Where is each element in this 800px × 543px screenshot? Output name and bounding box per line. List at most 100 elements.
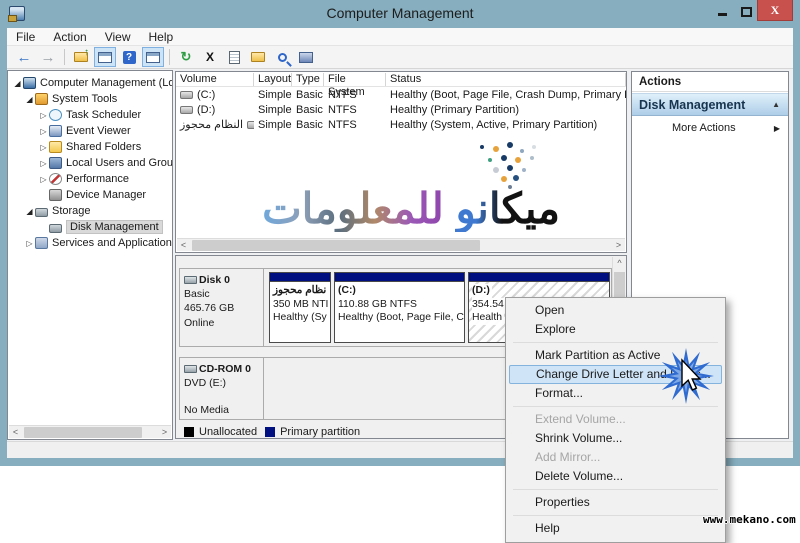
tree-item-services-applications[interactable]: ▷ Services and Applications [10, 235, 172, 251]
scroll-right-icon[interactable]: > [158, 426, 171, 439]
maximize-icon [741, 7, 752, 17]
scroll-right-icon[interactable]: > [612, 239, 625, 252]
volume-fs: NTFS [324, 119, 386, 131]
window-title: Computer Management [0, 5, 800, 21]
scroll-thumb[interactable] [192, 240, 480, 251]
disk-wizard-button[interactable] [295, 47, 317, 67]
cdrom-media-status: No Media [184, 403, 261, 417]
menu-help[interactable]: Help [140, 30, 183, 44]
menu-action[interactable]: Action [44, 30, 95, 44]
toolbar: ← → ↑ ? ↻ X [7, 46, 793, 69]
maximize-button[interactable] [737, 3, 757, 21]
menu-item-open[interactable]: Open [506, 301, 725, 320]
menu-item-shrink-volume[interactable]: Shrink Volume... [506, 429, 725, 448]
actions-section-disk-management[interactable]: Disk Management ▲ [632, 93, 788, 116]
cdrom-label[interactable]: CD-ROM 0 DVD (E:) No Media [180, 358, 264, 419]
show-hide-action-pane-button[interactable] [142, 47, 164, 67]
expander-icon[interactable]: ◢ [12, 79, 23, 88]
device-manager-icon [49, 189, 62, 201]
refresh-button[interactable]: ↻ [175, 47, 197, 67]
scroll-up-icon[interactable]: ^ [613, 257, 626, 270]
column-status[interactable]: Status [386, 73, 626, 86]
volume-name: (C:) [197, 89, 215, 101]
scroll-left-icon[interactable]: < [9, 426, 22, 439]
menu-item-help[interactable]: Help [506, 519, 725, 538]
forward-button[interactable]: → [37, 47, 59, 67]
more-actions-label: More Actions [672, 122, 736, 134]
menu-item-properties[interactable]: Properties [506, 493, 725, 512]
tree-item-event-viewer[interactable]: ▷ Event Viewer [10, 123, 172, 139]
volume-type: Basic [292, 89, 324, 101]
volume-row-d[interactable]: (D:) Simple Basic NTFS Healthy (Primary … [176, 102, 626, 117]
expander-icon[interactable]: ▷ [38, 175, 49, 184]
up-one-level-button[interactable]: ↑ [70, 47, 92, 67]
drive-icon [180, 106, 193, 114]
volume-list-horizontal-scrollbar[interactable]: < > [177, 238, 625, 251]
tree-item-label: Performance [66, 173, 129, 185]
console-tree-toggle-button[interactable] [94, 47, 116, 67]
expander-icon[interactable]: ▷ [38, 159, 49, 168]
tree-item-storage[interactable]: ◢ Storage [10, 203, 172, 219]
menu-item-delete-volume[interactable]: Delete Volume... [506, 467, 725, 486]
expander-icon[interactable]: ◢ [24, 207, 35, 216]
open-folder-button[interactable] [247, 47, 269, 67]
expander-icon[interactable]: ▷ [24, 239, 35, 248]
expander-icon[interactable]: ▷ [38, 111, 49, 120]
volume-row-system-reserved[interactable]: النظام محجوز Simple Basic NTFS Healthy (… [176, 117, 626, 132]
expander-icon[interactable]: ◢ [24, 95, 35, 104]
tree-item-performance[interactable]: ▷ Performance [10, 171, 172, 187]
console-window-icon [98, 52, 112, 63]
partition-color-bar [270, 273, 330, 282]
tree-item-system-tools[interactable]: ◢ System Tools [10, 91, 172, 107]
delete-button[interactable]: X [199, 47, 221, 67]
disk0-title: Disk 0 [199, 273, 230, 287]
menu-file[interactable]: File [7, 30, 44, 44]
column-volume[interactable]: Volume [176, 73, 254, 86]
menu-view[interactable]: View [96, 30, 140, 44]
action-pane-window-icon [146, 52, 160, 63]
tree-item-shared-folders[interactable]: ▷ Shared Folders [10, 139, 172, 155]
help-icon: ? [123, 51, 136, 64]
menu-item-mark-partition-active[interactable]: Mark Partition as Active [506, 346, 725, 365]
tree-item-task-scheduler[interactable]: ▷ Task Scheduler [10, 107, 172, 123]
back-button[interactable]: ← [13, 47, 35, 67]
scroll-left-icon[interactable]: < [177, 239, 190, 252]
volume-row-c[interactable]: (C:) Simple Basic NTFS Healthy (Boot, Pa… [176, 87, 626, 102]
more-actions-item[interactable]: More Actions ▶ [632, 116, 788, 134]
expander-icon[interactable]: ▷ [38, 143, 49, 152]
partition-color-bar [335, 273, 464, 282]
menu-item-extend-volume: Extend Volume... [506, 410, 725, 429]
expander-icon[interactable]: ▷ [38, 127, 49, 136]
tree-item-label: Shared Folders [66, 141, 141, 153]
partition-status: Health [472, 311, 504, 325]
menu-item-explore[interactable]: Explore [506, 320, 725, 339]
tree-item-device-manager[interactable]: Device Manager [10, 187, 172, 203]
tree-item-computer-management[interactable]: ◢ Computer Management (Local [10, 75, 172, 91]
tree-item-local-users-groups[interactable]: ▷ Local Users and Groups [10, 155, 172, 171]
tree-item-disk-management[interactable]: Disk Management [10, 219, 172, 235]
minimize-button[interactable] [712, 3, 732, 21]
column-layout[interactable]: Layout [254, 73, 292, 86]
cdrom-drive-letter: DVD (E:) [184, 376, 261, 390]
volume-list-panel: Volume Layout Type File System Status (C… [175, 71, 627, 253]
partition-system-reserved[interactable]: نظام محجوز 350 MB NTI Healthy (Sy [269, 272, 331, 343]
console-tree-panel: ◢ Computer Management (Local ◢ System To… [7, 70, 173, 440]
column-type[interactable]: Type [292, 73, 324, 86]
help-button[interactable]: ? [118, 47, 140, 67]
close-button[interactable]: X [757, 0, 793, 21]
scroll-thumb[interactable] [24, 427, 142, 438]
collapse-icon[interactable]: ▲ [772, 100, 780, 109]
legend-unallocated-label: Unallocated [199, 426, 257, 438]
legend-primary-partition-label: Primary partition [280, 426, 360, 438]
up-folder-icon: ↑ [74, 52, 88, 62]
disk0-size: 465.76 GB [184, 301, 261, 315]
tree-horizontal-scrollbar[interactable]: < > [9, 425, 171, 438]
menu-item-format[interactable]: Format... [506, 384, 725, 403]
partition-c[interactable]: (C:) 110.88 GB NTFS Healthy (Boot, Page … [334, 272, 465, 343]
menu-bar: File Action View Help [7, 28, 793, 46]
column-file-system[interactable]: File System [324, 73, 386, 86]
disk0-label[interactable]: Disk 0 Basic 465.76 GB Online [180, 269, 264, 346]
find-button[interactable] [271, 47, 293, 67]
properties-button[interactable] [223, 47, 245, 67]
menu-item-change-drive-letter[interactable]: Change Drive Letter and Paths... [509, 365, 722, 384]
